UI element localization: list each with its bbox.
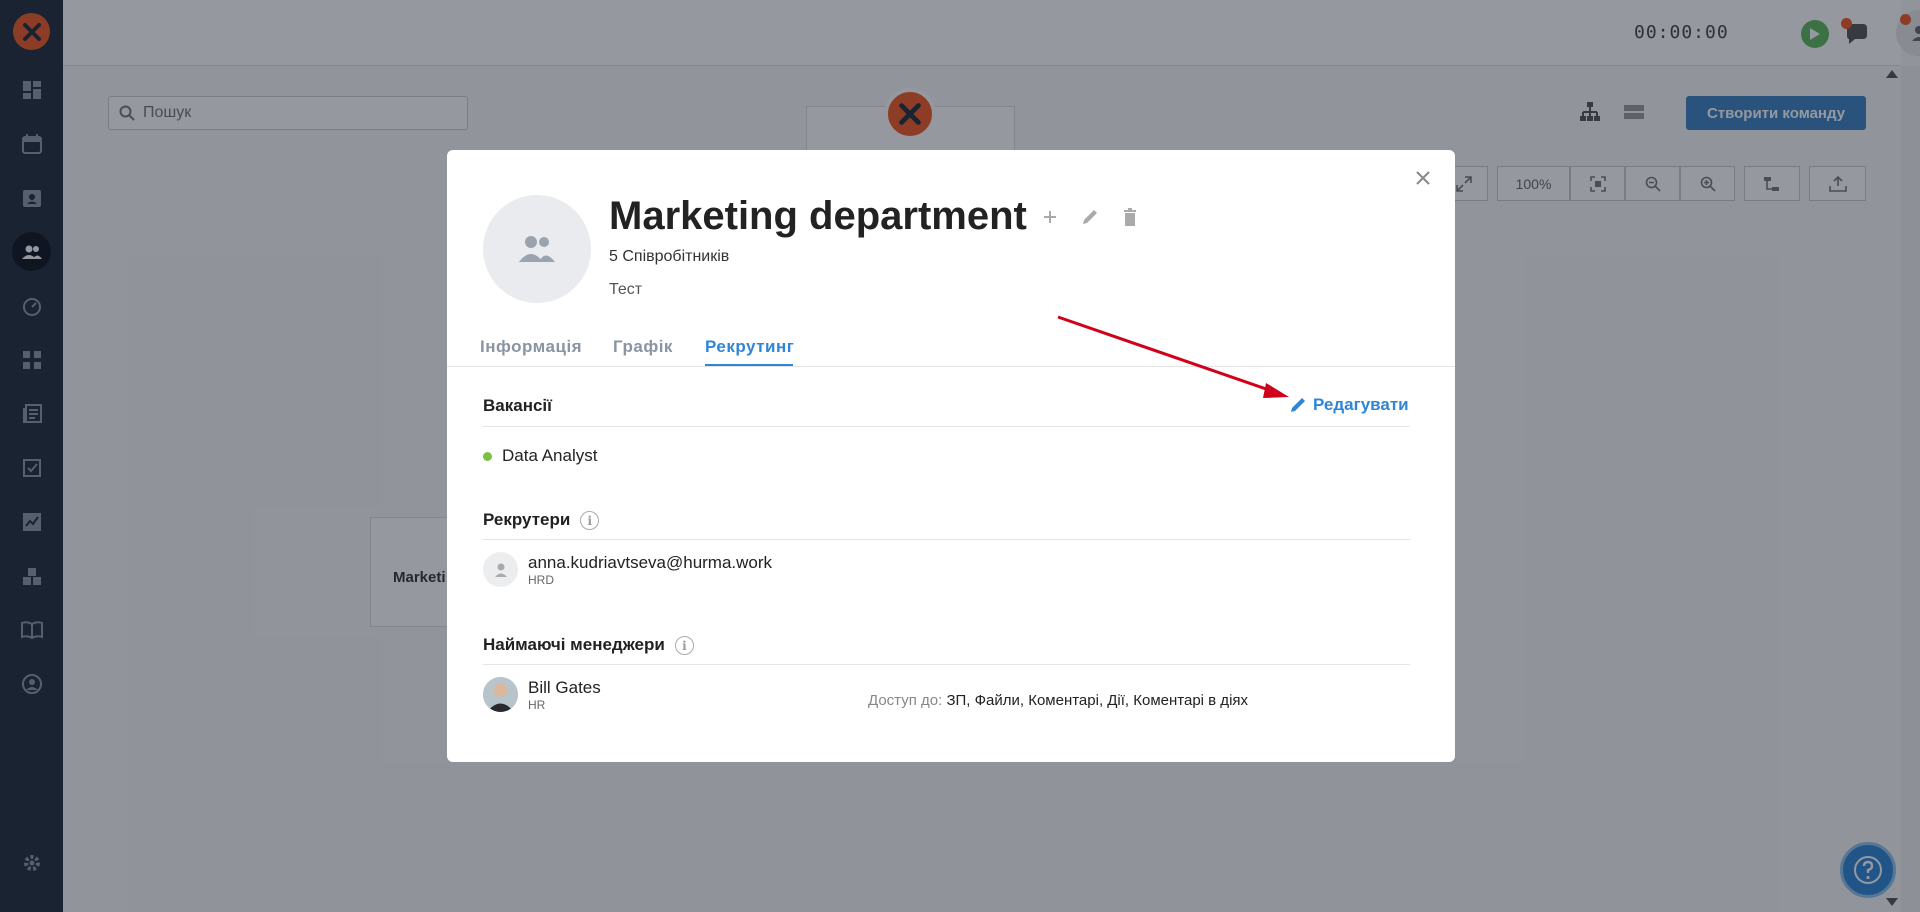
tab-schedule[interactable]: Графік <box>613 337 673 357</box>
info-icon[interactable]: i <box>580 511 600 531</box>
recruiter-role: HRD <box>528 572 554 587</box>
hiring-managers-title-text: Наймаючі менеджери <box>483 635 665 654</box>
divider <box>483 539 1410 540</box>
modal-tabs: Інформація Графік Рекрутинг <box>447 333 1455 367</box>
team-modal: Marketing department 5 Співробітників Те… <box>447 150 1455 762</box>
recruiter-item[interactable]: anna.kudriavtseva@hurma.work HRD <box>483 552 772 587</box>
edit-icon[interactable] <box>1079 206 1101 228</box>
avatar <box>483 677 518 712</box>
divider <box>483 426 1410 427</box>
pencil-icon <box>1291 398 1305 412</box>
hiring-manager-role: HR <box>528 697 546 712</box>
delete-icon[interactable] <box>1119 206 1141 228</box>
hiring-manager-item[interactable]: Bill Gates HR <box>483 677 601 712</box>
divider <box>483 664 1410 665</box>
vacancy-item[interactable]: Data Analyst <box>483 446 597 466</box>
vacancy-label: Data Analyst <box>502 446 598 465</box>
recruiter-name: anna.kudriavtseva@hurma.work <box>528 552 773 572</box>
add-icon[interactable] <box>1039 206 1061 228</box>
team-description: Тест <box>609 281 643 298</box>
access-info: Доступ до: ЗП, Файли, Коментарі, Дії, Ко… <box>868 692 1248 709</box>
recruiters-title-text: Рекрутери <box>483 510 571 529</box>
recruiters-title: Рекрутери i <box>483 510 600 531</box>
vacancy-status-dot <box>483 451 492 461</box>
vacancies-title: Вакансії <box>483 396 552 415</box>
hiring-manager-name: Bill Gates <box>528 677 601 697</box>
tab-recruiting[interactable]: Рекрутинг <box>705 337 794 357</box>
tab-info[interactable]: Інформація <box>480 337 582 357</box>
team-avatar <box>483 195 591 303</box>
edit-vacancies-button[interactable]: Редагувати <box>1289 395 1409 415</box>
access-value: ЗП, Файли, Коментарі, Дії, Коментарі в д… <box>946 692 1249 709</box>
avatar <box>483 552 518 587</box>
info-icon[interactable]: i <box>674 636 694 656</box>
team-name: Marketing department <box>609 194 1027 238</box>
edit-label: Редагувати <box>1313 395 1409 414</box>
team-icon <box>519 236 555 262</box>
employee-count: 5 Співробітників <box>609 248 730 265</box>
team-header-actions <box>1039 206 1141 228</box>
active-tab-indicator <box>705 364 793 366</box>
hiring-managers-title: Наймаючі менеджери i <box>483 635 694 656</box>
access-label: Доступ до: <box>868 692 943 709</box>
close-icon[interactable] <box>1413 168 1433 188</box>
